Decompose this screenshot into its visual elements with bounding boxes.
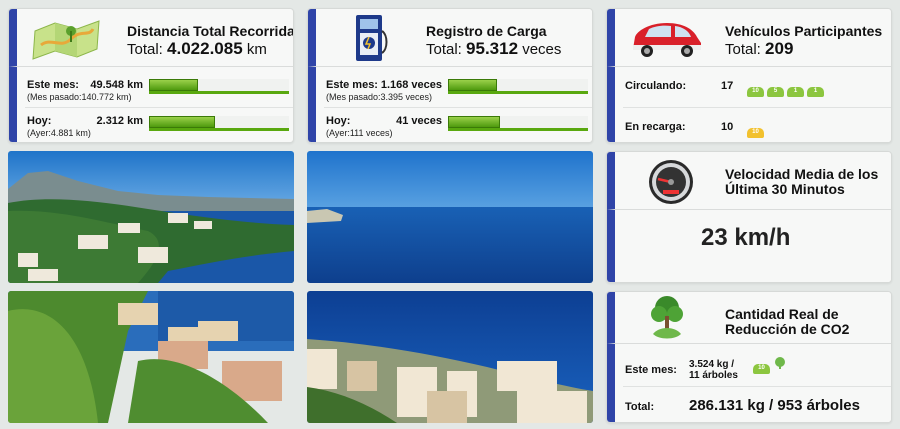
co2-card: Cantidad Real de Reducción de CO2 Este m… [606,291,892,423]
charging-title: Registro de Carga [426,23,547,39]
distance-total-value: 4.022.085 [167,39,243,58]
speed-card-header: Velocidad Media de los Última 30 Minutos [607,152,891,210]
vehicles-circulating-row: Circulando: 17 10 5 1 1 [615,67,891,107]
charging-card-body: Este mes: 1.168 veces (Mes pasado:3.395 … [308,67,592,142]
speed-title-line1: Velocidad Media de los [725,166,879,182]
distance-total-unit: km [246,41,267,58]
co2-card-header: Cantidad Real de Reducción de CO2 [607,292,891,344]
distance-today-prev: (Ayer:4.881 km) [27,128,91,138]
co2-month-value-line2: 11 árboles [689,370,738,381]
distance-month-prev: (Mes pasado:140.772 km) [27,92,132,102]
charging-total-label: Total: [426,41,462,58]
speed-card: Velocidad Media de los Última 30 Minutos… [606,151,892,283]
circulating-car-badges: 10 5 1 1 [747,79,827,97]
co2-tree-badges: 10 [753,356,787,374]
charging-total-unit: veces [522,41,562,58]
distance-today-bar [149,116,289,131]
distance-month-label: Este mes: [27,79,79,91]
charging-today-label: Hoy: [326,115,351,127]
charging-today-bar-fill [448,116,500,128]
sea-photo-top-right [307,151,593,283]
in-charge-value: 10 [721,121,734,133]
speedometer-icon [647,158,695,206]
vehicles-total: Total: 209 [725,39,793,59]
distance-card-body: Este mes: 49.548 km (Mes pasado:140.772 … [9,67,293,142]
vehicles-card-body: Circulando: 17 10 5 1 1 En recarga: 10 10 [607,67,891,142]
speed-card-body: 23 km/h [607,210,891,282]
vehicles-total-value: 209 [765,39,794,58]
tree-badge-icon: 10 [753,364,770,374]
co2-title-line2: Reducción de CO2 [725,321,850,337]
distance-today-label: Hoy: [27,115,52,127]
speed-title-line2: Última 30 Minutos [725,181,845,197]
distance-today-row: Hoy: 2.312 km (Ayer:4.881 km) [17,108,293,142]
car-badge-icon: 10 [747,87,764,97]
charging-station-icon [350,13,390,63]
charging-card-header: Registro de Carga Total: 95.312 veces [308,9,592,67]
distance-card: Distancia Total Recorrida Total: 4.022.0… [8,8,294,143]
tree-icon [647,294,687,342]
charging-month-bar-fill [448,79,497,91]
distance-month-row: Este mes: 49.548 km (Mes pasado:140.772 … [17,67,293,107]
distance-total: Total: 4.022.085 km [127,39,267,59]
co2-month-label: Este mes: [625,364,677,376]
charging-total: Total: 95.312 veces [426,39,561,59]
co2-total-label: Total: [625,401,655,413]
car-icon [627,19,707,59]
vehicles-title: Vehículos Participantes [725,23,883,39]
distance-month-bar-fill [149,79,198,91]
charging-month-row: Este mes: 1.168 veces (Mes pasado:3.395 … [316,67,592,107]
small-tree-icon [773,356,787,369]
car-badge-icon: 1 [807,87,824,97]
coast-photo-top-left [8,151,294,283]
speed-value: 23 km/h [701,224,791,251]
distance-month-value: 49.548 km [90,79,143,91]
vehicles-total-label: Total: [725,41,761,58]
co2-month-value-line1: 3.524 kg / [689,359,735,370]
circulating-value: 17 [721,80,734,92]
co2-total-value: 286.131 kg / 953 árboles [689,397,860,414]
charging-card: Registro de Carga Total: 95.312 veces Es… [307,8,593,143]
charging-month-bar [448,79,588,94]
co2-title-line1: Cantidad Real de [725,306,839,322]
map-icon [31,15,103,61]
distance-card-header: Distancia Total Recorrida Total: 4.022.0… [9,9,293,67]
distance-today-bar-fill [149,116,215,128]
town-photo-bottom-left [8,291,294,423]
circulating-label: Circulando: [625,80,687,92]
beach-photo-bottom-right [307,291,593,423]
car-badge-icon: 5 [767,87,784,97]
in-charge-car-badges: 10 [747,120,767,138]
car-badge-icon: 1 [787,87,804,97]
vehicles-card: Vehículos Participantes Total: 209 Circu… [606,8,892,143]
vehicles-card-header: Vehículos Participantes Total: 209 [607,9,891,67]
charging-total-value: 95.312 [466,39,519,58]
charging-today-value: 41 veces [396,115,442,127]
in-charge-label: En recarga: [625,121,686,133]
car-badge-icon: 10 [747,128,764,138]
charging-month-prev: (Mes pasado:3.395 veces) [326,92,433,102]
charging-today-prev: (Ayer:111 veces) [326,128,393,138]
co2-card-body: Este mes: 3.524 kg / 11 árboles 10 Total… [607,344,891,422]
co2-total-row: Total: 286.131 kg / 953 árboles [615,387,891,422]
distance-total-label: Total: [127,41,163,58]
distance-today-value: 2.312 km [96,115,143,127]
charging-month-value: 1.168 veces [380,79,442,91]
charging-today-row: Hoy: 41 veces (Ayer:111 veces) [316,108,592,142]
distance-month-bar [149,79,289,94]
charging-month-label: Este mes: [326,79,378,91]
charging-today-bar [448,116,588,131]
co2-month-row: Este mes: 3.524 kg / 11 árboles 10 [615,344,891,386]
vehicles-charging-row: En recarga: 10 10 [615,108,891,142]
distance-title: Distancia Total Recorrida [127,23,294,39]
